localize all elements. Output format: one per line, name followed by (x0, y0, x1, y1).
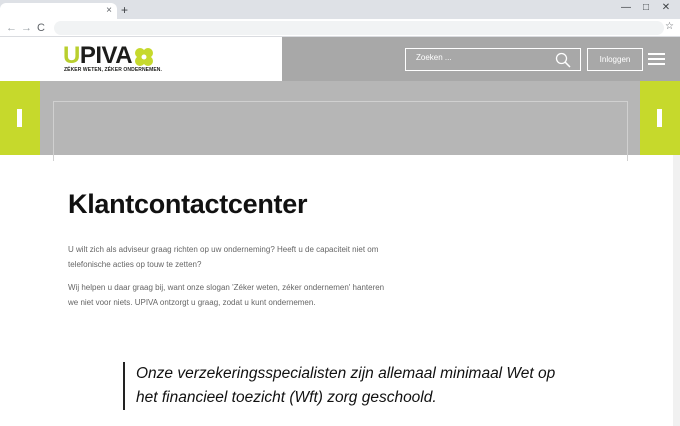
site-header: UPIVA ZÉKER WETEN, ZÉKER ONDERNEMEN. Zoe… (0, 37, 680, 81)
maximize-button[interactable]: □ (636, 1, 656, 15)
reload-button[interactable]: C (37, 21, 45, 35)
hero-slide-frame (53, 101, 628, 161)
page-title: Klantcontactcenter (68, 189, 308, 219)
login-button[interactable]: Inloggen (587, 48, 643, 71)
upiva-logo: UPIVA (63, 42, 133, 69)
carousel-next-button[interactable] (640, 81, 680, 155)
browser-tab[interactable]: × (0, 3, 117, 19)
bookmark-star-icon[interactable]: ☆ (665, 20, 674, 34)
previous-slide-icon (17, 109, 22, 127)
hero-carousel (0, 81, 680, 161)
forward-button[interactable]: → (21, 21, 32, 35)
close-tab-icon[interactable]: × (106, 4, 112, 18)
next-slide-icon (657, 109, 662, 127)
browser-toolbar: ← → C ☆ (0, 19, 680, 37)
carousel-prev-button[interactable] (0, 81, 40, 155)
logo-slogan: ZÉKER WETEN, ZÉKER ONDERNEMEN. (64, 67, 163, 73)
address-bar[interactable] (54, 21, 664, 35)
search-icon[interactable] (555, 52, 571, 68)
browser-tab-bar: × + — □ ✕ (0, 0, 680, 19)
hamburger-menu-icon[interactable] (648, 53, 665, 66)
slogan-paragraph: Wij helpen u daar graag bij, want onze s… (68, 283, 385, 307)
page-scrollbar[interactable] (673, 155, 680, 426)
back-button[interactable]: ← (6, 21, 17, 35)
search-placeholder: Zoeken ... (416, 53, 452, 62)
clover-logo-icon (135, 48, 153, 66)
logo-link[interactable]: UPIVA ZÉKER WETEN, ZÉKER ONDERNEMEN. (0, 37, 282, 81)
minimize-button[interactable]: — (616, 1, 636, 15)
intro-paragraph: U wilt zich als adviseur graag richten o… (68, 245, 379, 269)
highlight-quote: Onze verzekeringsspecialisten zijn allem… (123, 362, 563, 410)
close-window-button[interactable]: ✕ (656, 1, 676, 15)
search-input[interactable]: Zoeken ... (405, 48, 581, 71)
new-tab-button[interactable]: + (121, 3, 128, 17)
